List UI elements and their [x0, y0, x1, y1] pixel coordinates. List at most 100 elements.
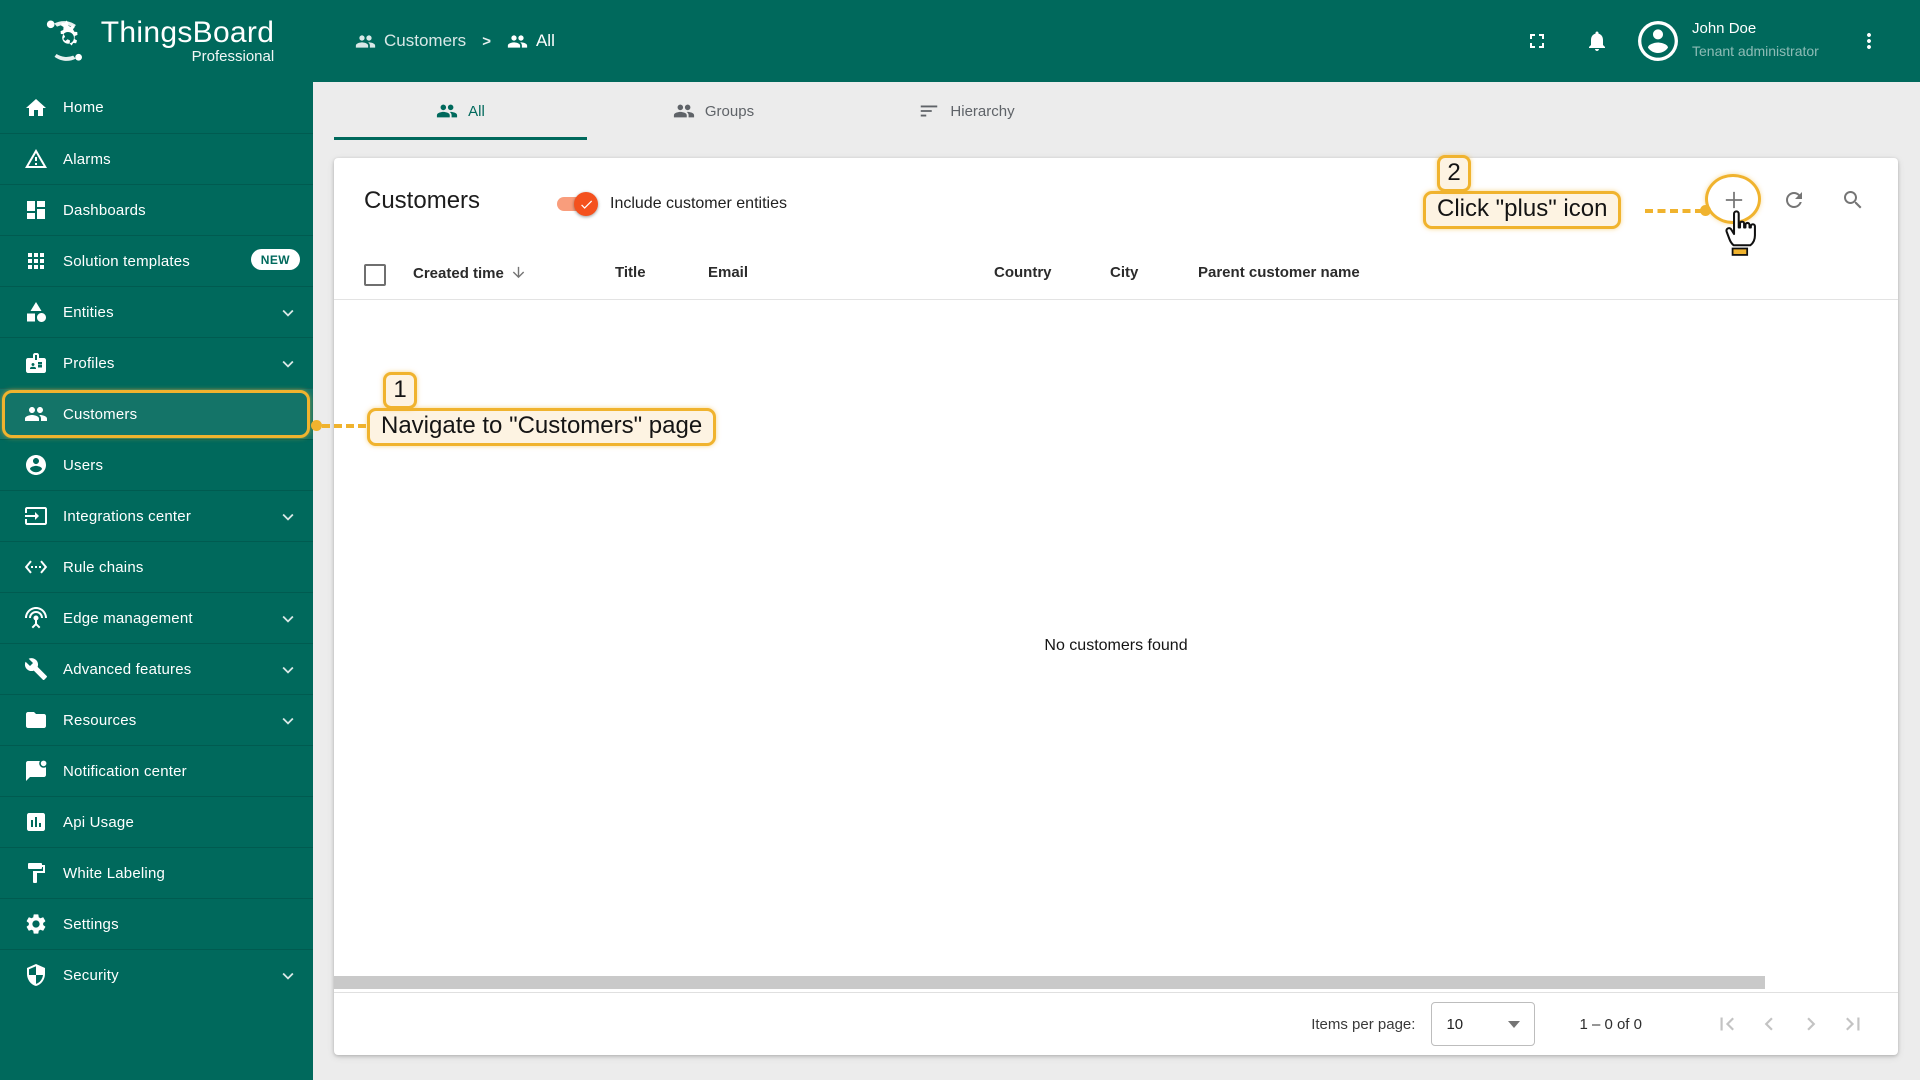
select-all-checkbox[interactable] [364, 264, 386, 286]
items-per-page-value: 10 [1446, 1015, 1464, 1033]
sidebar-item-label: Users [63, 456, 104, 474]
toggle-switch[interactable] [552, 184, 598, 224]
cursor-hand-icon [1725, 210, 1756, 256]
sidebar-item-alarms[interactable]: Alarms [0, 133, 313, 184]
bell-icon [1589, 31, 1605, 51]
sidebar-item-resources[interactable]: Resources [0, 694, 313, 745]
sidebar-item-profiles[interactable]: Profiles [0, 337, 313, 388]
sidebar-item-advanced-features[interactable]: Advanced features [0, 643, 313, 694]
items-per-page-select[interactable]: 10 [1431, 1002, 1536, 1046]
search-button[interactable] [1833, 180, 1873, 220]
sort-desc-icon [512, 266, 525, 279]
chevron-down-icon [282, 309, 294, 317]
people-icon [507, 34, 528, 48]
column-country[interactable]: Country [994, 264, 1052, 281]
sidebar-item-api-usage[interactable]: Api Usage [0, 796, 313, 847]
sidebar-item-customers[interactable]: Customers [0, 388, 313, 439]
thingsboard-app: ThingsBoard Professional Home Alarms Das… [0, 0, 1920, 1080]
column-city[interactable]: City [1110, 264, 1138, 281]
sidebar-item-solution-templates[interactable]: Solution templates NEW [0, 235, 313, 286]
horizontal-scrollbar [334, 975, 1898, 990]
sidebar-item-label: Security [63, 966, 119, 984]
breadcrumb-customers[interactable]: Customers [355, 31, 466, 52]
category-icon [27, 302, 46, 322]
chevron-right-icon [1807, 1017, 1816, 1031]
sidebar: ThingsBoard Professional Home Alarms Das… [0, 0, 313, 1080]
avatar[interactable] [1638, 21, 1678, 61]
previous-page-button[interactable] [1748, 1003, 1790, 1045]
column-parent-customer-name[interactable]: Parent customer name [1198, 264, 1360, 281]
sidebar-item-label: Entities [63, 303, 114, 321]
step1-connector-dot [311, 420, 322, 431]
badge-icon [26, 353, 46, 373]
tab-label: Groups [704, 102, 755, 120]
scrollbar-thumb[interactable] [334, 976, 1765, 989]
column-email[interactable]: Email [708, 264, 748, 281]
input-icon [25, 507, 47, 525]
sidebar-item-label: Profiles [63, 354, 115, 372]
sidebar-item-label: Solution templates [63, 252, 191, 270]
warning-icon [25, 149, 47, 168]
sidebar-item-label: Integrations center [63, 507, 192, 525]
sidebar-item-label: Settings [63, 915, 119, 933]
dashboards-icon [27, 201, 45, 219]
tab-all[interactable]: All [334, 82, 587, 140]
column-created-time[interactable]: Created time [413, 264, 527, 282]
sidebar-item-dashboards[interactable]: Dashboards [0, 184, 313, 235]
last-page-button[interactable] [1832, 1003, 1874, 1045]
breadcrumb-all[interactable]: All [507, 31, 555, 52]
breadcrumb-separator: > [482, 32, 491, 50]
chevron-down-icon [282, 666, 294, 674]
chevron-down-icon [282, 513, 294, 521]
column-title[interactable]: Title [615, 264, 646, 281]
folder-icon [26, 712, 46, 728]
tab-groups[interactable]: Groups [587, 82, 840, 140]
breadcrumb-label: Customers [384, 31, 467, 50]
more-menu-button[interactable] [1849, 21, 1889, 61]
next-page-button[interactable] [1790, 1003, 1832, 1045]
sidebar-item-label: Edge management [63, 609, 193, 627]
account-circle-icon [1641, 24, 1675, 58]
notifications-button[interactable] [1577, 21, 1617, 61]
sidebar-item-home[interactable]: Home [0, 82, 313, 133]
sidebar-item-edge-management[interactable]: Edge management [0, 592, 313, 643]
chevron-down-icon [282, 615, 294, 623]
people-icon [673, 104, 694, 118]
sidebar-item-users[interactable]: Users [0, 439, 313, 490]
more-vert-icon [1867, 33, 1871, 49]
sidebar-item-label: Advanced features [63, 660, 192, 678]
sidebar-item-notification-center[interactable]: Notification center [0, 745, 313, 796]
tab-label: Hierarchy [950, 102, 1015, 120]
sidebar-menu: Home Alarms Dashboards Solution template… [0, 82, 313, 1000]
bar-chart-icon [27, 813, 45, 831]
step1-number-badge: 1 [383, 372, 417, 409]
sidebar-item-entities[interactable]: Entities [0, 286, 313, 337]
search-icon [1844, 191, 1862, 209]
sidebar-item-label: Resources [63, 711, 137, 729]
step1-connector-line [322, 424, 366, 428]
step2-number-badge: 2 [1437, 155, 1471, 192]
sidebar-item-security[interactable]: Security [0, 949, 313, 1000]
include-customer-entities-toggle[interactable]: Include customer entities [552, 184, 787, 224]
fullscreen-button[interactable] [1517, 21, 1557, 61]
sidebar-item-label: Customers [63, 405, 138, 423]
tab-hierarchy[interactable]: Hierarchy [840, 82, 1093, 140]
user-menu[interactable]: John Doe Tenant administrator [1692, 18, 1819, 62]
sidebar-item-rule-chains[interactable]: Rule chains [0, 541, 313, 592]
refresh-button[interactable] [1774, 180, 1814, 220]
sidebar-item-white-labeling[interactable]: White Labeling [0, 847, 313, 898]
sort-lines-icon [921, 105, 938, 117]
first-page-button[interactable] [1706, 1003, 1748, 1045]
step2-connector-dot [1700, 205, 1711, 216]
refresh-icon [1786, 192, 1802, 208]
sidebar-item-integrations-center[interactable]: Integrations center [0, 490, 313, 541]
step1-callout: Navigate to "Customers" page [367, 408, 717, 446]
thingsboard-logo[interactable]: ThingsBoard Professional [0, 0, 313, 82]
empty-state-text: No customers found [1044, 637, 1188, 654]
first-page-icon [1720, 1017, 1734, 1031]
people-icon [25, 407, 47, 421]
sidebar-item-settings[interactable]: Settings [0, 898, 313, 949]
table-header-row: Created time Title Email Country City Pa… [334, 250, 1898, 300]
sidebar-item-label: Dashboards [63, 201, 146, 219]
sidebar-item-label: White Labeling [63, 864, 166, 882]
